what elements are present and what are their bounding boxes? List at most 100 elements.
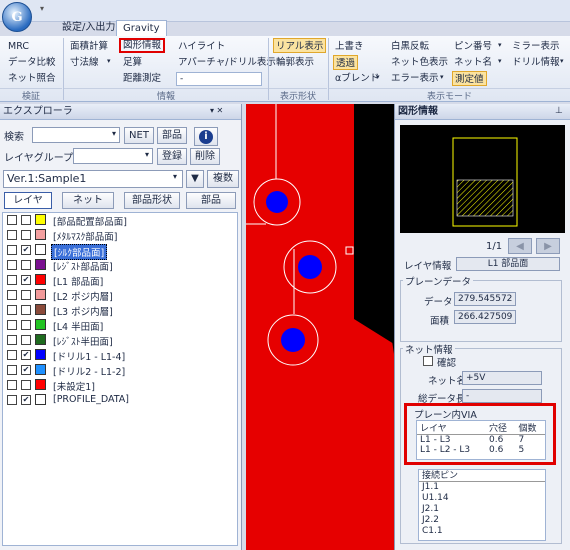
chevron-down-icon[interactable]: ▾ [107,57,111,65]
chevron-down-icon[interactable]: ▾ [498,57,502,65]
layer-visibility-checkbox[interactable]: ✔ [21,275,31,285]
pin-number-button[interactable]: ピン番号 [452,39,494,54]
area-calc-button[interactable]: 面積計算 [68,39,110,54]
tab-gravity[interactable]: Gravity [116,20,167,36]
net-check-button[interactable]: ネット照合 [6,71,58,86]
layer-visibility-checkbox[interactable]: ✔ [21,245,31,255]
layer-color-swatch[interactable] [35,274,46,285]
expand-checkbox[interactable] [7,245,17,255]
expand-checkbox[interactable] [7,230,17,240]
chevron-down-icon[interactable]: ▾ [498,41,502,49]
layer-row[interactable]: [ﾚｼﾞｽﾄ半田面] [3,333,237,348]
list-item[interactable]: C1.1 [419,526,545,537]
error-display-button[interactable]: エラー表示 [389,71,441,86]
next-arrow-icon[interactable]: ▶ [536,238,560,254]
layer-row[interactable]: [部品配置部品面] [3,213,237,228]
expand-checkbox[interactable] [7,215,17,225]
layer-visibility-checkbox[interactable] [21,290,31,300]
addition-button[interactable]: 足算 [121,55,144,70]
layer-color-swatch[interactable] [35,259,46,270]
tab-part-shape[interactable]: 部品形状 [124,192,180,209]
net-color-button[interactable]: ネット色表示 [389,55,450,70]
layer-color-swatch[interactable] [35,364,46,375]
via-drill[interactable] [281,328,305,352]
layer-color-swatch[interactable] [35,289,46,300]
layer-color-swatch[interactable] [35,334,46,345]
tab-settings-io[interactable]: 設定/入出力 [56,20,121,36]
expand-checkbox[interactable] [7,350,17,360]
layer-color-swatch[interactable] [35,214,46,225]
layer-row[interactable]: ✔ [PROFILE_DATA] [3,393,237,408]
layer-row[interactable]: [ﾚｼﾞｽﾄ部品面] [3,258,237,273]
expand-checkbox[interactable] [7,380,17,390]
expand-checkbox[interactable] [7,305,17,315]
alpha-blend-button[interactable]: αブレンド [333,71,381,86]
layer-visibility-checkbox[interactable] [21,215,31,225]
layer-group-select[interactable]: ▾ [73,148,153,164]
layer-color-swatch[interactable] [35,304,46,315]
list-item[interactable]: J1.1 [419,482,545,493]
layer-color-swatch[interactable] [35,319,46,330]
dimension-line-button[interactable]: 寸法線 [68,55,101,70]
layer-visibility-checkbox[interactable]: ✔ [21,395,31,405]
table-row[interactable]: L1 - L2 - L3 0.6 5 [417,445,545,455]
expand-checkbox[interactable] [7,320,17,330]
chevron-down-icon[interactable]: ▾ [440,73,444,81]
shape-info-button[interactable]: 図形情報 [119,38,166,53]
layer-row[interactable]: [L4 半田面] [3,318,237,333]
data-compare-button[interactable]: データ比較 [6,55,58,70]
expand-checkbox[interactable] [7,275,17,285]
outline-display-button[interactable]: 輪郭表示 [274,55,316,70]
layer-color-swatch[interactable] [35,244,46,255]
real-display-button[interactable]: リアル表示 [273,38,327,53]
app-logo-icon[interactable]: G [2,2,32,32]
chevron-down-icon[interactable]: ▾ [376,73,380,81]
aperture-drill-button[interactable]: アパーチャ/ドリル表示 [176,55,278,70]
parts-search-button[interactable]: 部品 [157,127,187,144]
info-button[interactable]: i [194,127,218,146]
delete-button[interactable]: 削除 [190,148,220,165]
layer-row[interactable]: ✔ [L1 部品面] [3,273,237,288]
layer-row[interactable]: ✔ [ｼﾙｸ部品面] [3,243,237,260]
layer-visibility-checkbox[interactable] [21,320,31,330]
tab-parts[interactable]: 部品 [186,192,236,209]
invert-bw-button[interactable]: 白黒反転 [389,39,431,54]
list-item[interactable]: U1.14 [419,493,545,504]
via-drill[interactable] [266,191,288,213]
highlight-input[interactable]: - [176,72,262,86]
net-search-button[interactable]: NET [124,127,154,144]
highlight-button[interactable]: ハイライト [176,39,227,54]
measurement-button[interactable]: 測定値 [452,71,487,86]
layer-visibility-checkbox[interactable] [21,335,31,345]
via-drill[interactable] [298,255,322,279]
distance-measure-button[interactable]: 距離測定 [121,71,163,86]
layer-row[interactable]: ✔ [ドリル2 - L1-2] [3,363,237,378]
layer-color-swatch[interactable] [35,379,46,390]
version-select[interactable]: Ver.1:Sample1 [3,170,183,188]
table-row[interactable]: L1 - L3 0.6 7 [417,435,545,445]
layer-row[interactable]: [L2 ポジ内層] [3,288,237,303]
overwrite-button[interactable]: 上書き [333,39,366,54]
layer-visibility-checkbox[interactable] [21,230,31,240]
drill-info-button[interactable]: ドリル情報 [510,55,562,70]
mirror-display-button[interactable]: ミラー表示 [510,39,562,54]
filter-dropdown-icon[interactable]: ▼ [186,170,204,188]
pcb-canvas[interactable] [246,104,394,550]
prev-arrow-icon[interactable]: ◀ [508,238,532,254]
pin-icon[interactable]: ⊥ [555,106,563,116]
tab-layer[interactable]: レイヤ [4,192,52,209]
confirm-checkbox[interactable] [423,356,433,366]
layer-color-swatch[interactable] [35,229,46,240]
expand-checkbox[interactable] [7,335,17,345]
pin-icon[interactable]: ▾ ✕ [210,106,223,115]
chevron-down-icon[interactable]: ▾ [560,57,564,65]
tab-net[interactable]: ネット [62,192,114,209]
register-button[interactable]: 登録 [157,148,187,165]
expand-checkbox[interactable] [7,260,17,270]
layer-visibility-checkbox[interactable] [21,305,31,315]
expand-checkbox[interactable] [7,290,17,300]
net-name-button[interactable]: ネット名 [452,55,494,70]
expand-checkbox[interactable] [7,365,17,375]
layer-row[interactable]: [ﾒﾀﾙﾏｽｸ部品面] [3,228,237,243]
list-item[interactable]: J2.2 [419,515,545,526]
